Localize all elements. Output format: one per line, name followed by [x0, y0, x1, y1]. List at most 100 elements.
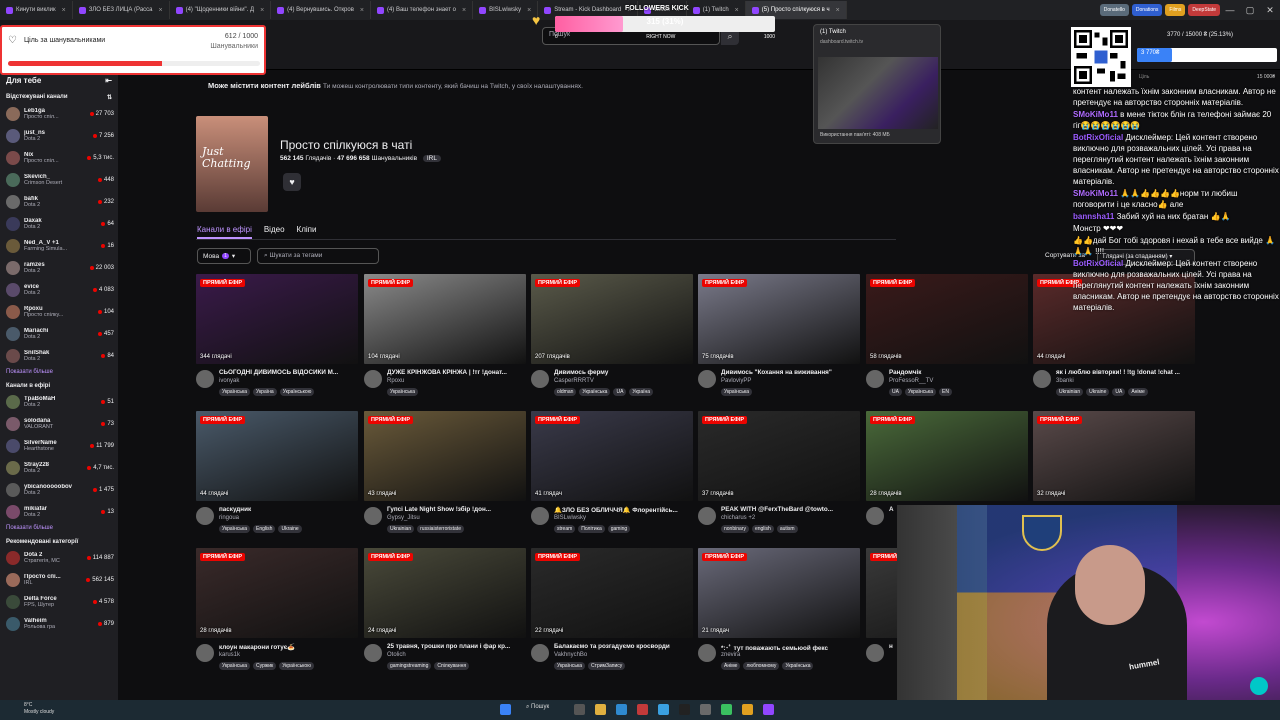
- tag-chip[interactable]: любпомному: [743, 662, 780, 670]
- avatar[interactable]: [1033, 370, 1051, 388]
- sidebar-channel[interactable]: ybicanooooobov Dota 21 475: [0, 479, 118, 501]
- sidebar-channel[interactable]: evice Dota 24 083: [0, 279, 118, 301]
- tag-chip[interactable]: Українська: [387, 388, 419, 396]
- streamer-name[interactable]: BISLwiwsky: [554, 515, 586, 521]
- sidebar-channel[interactable]: bafik Dota 2 232: [0, 191, 118, 213]
- tag-chip[interactable]: autism: [776, 525, 798, 533]
- tag-chip[interactable]: Спілкування: [434, 662, 470, 670]
- avatar[interactable]: [364, 370, 382, 388]
- stream-thumbnail[interactable]: ПРЯМИЙ ЕФІР 32 глядачі: [1033, 411, 1195, 501]
- stream-thumbnail[interactable]: ПРЯМИЙ ЕФІР 44 глядачі: [196, 411, 358, 501]
- tag-chip[interactable]: Українською: [279, 662, 314, 670]
- chat-username[interactable]: bannsha11: [1073, 212, 1114, 221]
- stream-card[interactable]: ПРЯМИЙ ЕФІР 22 глядачі Балакаємо та розгад…: [531, 548, 693, 670]
- avatar[interactable]: [866, 370, 884, 388]
- stream-thumbnail[interactable]: ПРЯМИЙ ЕФІР 344 глядачі: [196, 274, 358, 364]
- tab-clips[interactable]: Кліпи: [297, 225, 317, 239]
- tag-chip[interactable]: Українська: [554, 662, 586, 670]
- sidebar-channel[interactable]: Rpoxu Просто спілку... 104: [0, 301, 118, 323]
- tag-search-input[interactable]: ⌕ Шукати за тегами: [257, 248, 379, 264]
- tag-chip[interactable]: oldman: [554, 388, 577, 396]
- tag-chip[interactable]: Ukrainian: [1056, 388, 1084, 396]
- stream-thumbnail[interactable]: ПРЯМИЙ ЕФІР 37 глядачів: [698, 411, 860, 501]
- language-filter[interactable]: Мова 1 ▾: [197, 248, 251, 264]
- maximize-button[interactable]: ▢: [1240, 5, 1260, 16]
- streamer-name[interactable]: ProFessoR__TV: [889, 378, 933, 384]
- stream-thumbnail[interactable]: ПРЯМИЙ ЕФІР 21 глядач: [698, 548, 860, 638]
- chrome-icon[interactable]: [742, 704, 753, 715]
- app-icon[interactable]: [637, 704, 648, 715]
- stream-title[interactable]: 🔔ЗЛО БЕЗ ОБЛИЧЧЯ🔔 Флорентійсь...: [554, 506, 692, 514]
- app-icon[interactable]: [721, 704, 732, 715]
- edge-icon[interactable]: [616, 704, 627, 715]
- stream-card[interactable]: ПРЯМИЙ ЕФІР 28 глядачів клоун макарони гот…: [196, 548, 358, 670]
- tag-chip[interactable]: nonbinary: [721, 525, 749, 533]
- stream-title[interactable]: ДУЖЕ КРІНЖОВА КРІНЖА | !тг !донат...: [387, 369, 525, 376]
- stream-title[interactable]: Гупсі Late Night Show !збір !дон...: [387, 506, 525, 513]
- tag-chip[interactable]: Аніме: [721, 662, 741, 670]
- stream-thumbnail[interactable]: ПРЯМИЙ ЕФІР 43 глядачі: [364, 411, 526, 501]
- sidebar-channel[interactable]: just_ns Dota 27 256: [0, 125, 118, 147]
- close-button[interactable]: ✕: [1260, 5, 1280, 16]
- tag-chip[interactable]: Україна: [253, 388, 277, 396]
- avatar[interactable]: [364, 507, 382, 525]
- tag-chip[interactable]: Ukrainian: [387, 525, 415, 533]
- tag-chip[interactable]: UA: [613, 388, 627, 396]
- tag-chip[interactable]: Українська: [782, 662, 814, 670]
- chat-username[interactable]: BotRixOficial: [1073, 259, 1123, 268]
- tag-chip[interactable]: Українська: [219, 662, 251, 670]
- browser-tab[interactable]: (4) Ваш телефон знает о ×: [371, 1, 474, 19]
- sidebar-channel[interactable]: SilverName Hearthstone 11 799: [0, 435, 118, 457]
- stream-card[interactable]: ПРЯМИЙ ЕФІР 28 глядачів A: [866, 411, 1028, 525]
- browser-tab[interactable]: BISLwiwsky ×: [473, 1, 539, 19]
- close-tab-icon[interactable]: ×: [62, 7, 66, 14]
- stream-title[interactable]: Рандомчік: [889, 369, 1027, 376]
- tag-chip[interactable]: Українська: [219, 388, 251, 396]
- tag-chip[interactable]: Україна: [629, 388, 654, 396]
- close-tab-icon[interactable]: ×: [159, 7, 163, 14]
- avatar[interactable]: [364, 644, 382, 662]
- bookmark[interactable]: Donations: [1131, 4, 1163, 16]
- task-view-icon[interactable]: [574, 704, 585, 715]
- streamer-name[interactable]: chicharus +2: [721, 515, 755, 521]
- tag-chip[interactable]: english: [751, 525, 774, 533]
- app-icon[interactable]: [700, 704, 711, 715]
- stream-title[interactable]: PEAK WITH @FerxTheBard @towto...: [721, 506, 859, 513]
- stream-card[interactable]: ПРЯМИЙ ЕФІР 32 глядачі: [1033, 411, 1195, 501]
- stream-title[interactable]: СЬОГОДНІ ДИВИМОСЬ ВІДОСИКИ М...: [219, 369, 357, 376]
- streamer-name[interactable]: VakhnychBo: [554, 652, 587, 658]
- tag-chip[interactable]: UA: [889, 388, 902, 396]
- sidebar-channel[interactable]: Ned_A_V +1 Farming Simula... 16: [0, 235, 118, 257]
- minimize-button[interactable]: —: [1220, 5, 1240, 15]
- stream-card[interactable]: ПРЯМИЙ ЕФІР 44 глядачі паскудник ringoua Укр…: [196, 411, 358, 533]
- streamer-name[interactable]: Rpoxu: [387, 378, 404, 384]
- bookmark[interactable]: DeepState: [1188, 4, 1220, 16]
- streamer-name[interactable]: znevira: [721, 652, 740, 658]
- file-explorer-icon[interactable]: [595, 704, 606, 715]
- avatar[interactable]: [866, 507, 884, 525]
- stream-thumbnail[interactable]: ПРЯМИЙ ЕФІР 24 глядачі: [364, 548, 526, 638]
- stream-thumbnail[interactable]: ПРЯМИЙ ЕФІР 28 глядачів: [866, 411, 1028, 501]
- avatar[interactable]: [196, 644, 214, 662]
- tag-chip[interactable]: Ukraine: [1086, 388, 1110, 396]
- stream-title[interactable]: Дивимось "Кохання на виживання": [721, 369, 859, 376]
- streamer-name[interactable]: ringoua: [219, 515, 239, 521]
- stream-title[interactable]: Дивимось ферму: [554, 369, 692, 376]
- stream-thumbnail[interactable]: ПРЯМИЙ ЕФІР 75 глядачів: [698, 274, 860, 364]
- tab-videos[interactable]: Відео: [264, 225, 285, 239]
- tag-chip[interactable]: Ukraine: [278, 525, 302, 533]
- avatar[interactable]: [196, 507, 214, 525]
- start-icon[interactable]: [500, 704, 511, 715]
- sidebar-channel[interactable]: Просто спі... IRL 562 145: [0, 569, 118, 591]
- stream-title[interactable]: 25 травня, трошки про плани і фар кр...: [387, 643, 525, 650]
- stream-card[interactable]: ПРЯМИЙ ЕФІР 104 глядачі ДУЖЕ КРІНЖОВА КРІН…: [364, 274, 526, 396]
- avatar[interactable]: [698, 507, 716, 525]
- streamer-name[interactable]: Otolich: [387, 652, 406, 658]
- close-tab-icon[interactable]: ×: [260, 7, 264, 14]
- sidebar-channel[interactable]: Daxak Dota 2 64: [0, 213, 118, 235]
- avatar[interactable]: [866, 644, 884, 662]
- tag-chip[interactable]: English: [253, 525, 276, 533]
- stream-card[interactable]: ПРЯМИЙ ЕФІР 75 глядачів Дивимось "Кохання …: [698, 274, 860, 396]
- close-tab-icon[interactable]: ×: [527, 7, 531, 14]
- streamer-name[interactable]: karus1k: [219, 652, 240, 658]
